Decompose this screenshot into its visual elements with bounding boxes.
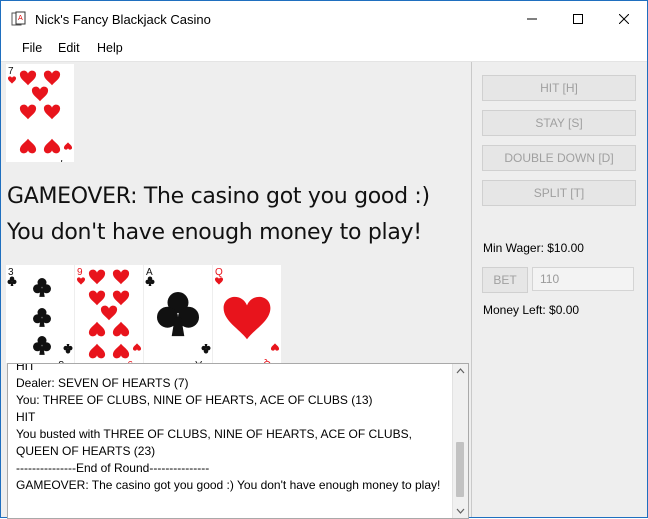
game-log[interactable]: HIT Dealer: SEVEN OF HEARTS (7) You: THR…	[7, 363, 469, 519]
log-line: GAMEOVER: The casino got you good :) You…	[16, 478, 441, 492]
log-scrollbar[interactable]	[452, 364, 468, 518]
bet-amount-input[interactable]: 110	[532, 267, 634, 291]
minimize-button[interactable]	[509, 1, 555, 37]
menu-edit[interactable]: Edit	[58, 41, 80, 55]
scroll-thumb[interactable]	[456, 442, 464, 497]
svg-text:A: A	[146, 267, 153, 278]
no-money-message: You don't have enough money to play!	[7, 220, 422, 245]
player-card-three-of-clubs: 3 3	[6, 265, 74, 363]
split-button[interactable]: SPLIT [T]	[482, 180, 636, 206]
app-window: A Nick's Fancy Blackjack Casino File Edi…	[0, 0, 648, 519]
window-title: Nick's Fancy Blackjack Casino	[35, 12, 211, 27]
min-wager-label: Min Wager: $10.00	[483, 241, 584, 255]
svg-text:A: A	[18, 14, 23, 22]
money-left-label: Money Left: $0.00	[483, 303, 580, 317]
minimize-icon	[527, 18, 537, 20]
control-panel: HIT [H] STAY [S] DOUBLE DOWN [D] SPLIT […	[472, 62, 647, 517]
game-log-text: HIT Dealer: SEVEN OF HEARTS (7) You: THR…	[16, 363, 446, 494]
log-line: You: THREE OF CLUBS, NINE OF HEARTS, ACE…	[16, 393, 373, 407]
scroll-up-icon[interactable]	[453, 366, 468, 376]
card-rank-label-inverted: 7	[58, 157, 64, 162]
log-line: You busted with THREE OF CLUBS, NINE OF …	[16, 427, 412, 458]
close-icon	[619, 14, 629, 24]
log-line: HIT	[16, 410, 36, 424]
bet-button[interactable]: BET	[482, 267, 528, 293]
svg-text:9: 9	[77, 267, 83, 278]
log-line: Dealer: SEVEN OF HEARTS (7)	[16, 376, 189, 390]
card-rank-label: 7	[8, 66, 14, 77]
close-button[interactable]	[601, 1, 647, 37]
log-line: ---------------End of Round-------------…	[16, 461, 210, 475]
gameover-message: GAMEOVER: The casino got you good :)	[7, 184, 430, 209]
svg-text:3: 3	[8, 267, 14, 278]
app-icon: A	[11, 11, 27, 27]
log-line: HIT	[16, 363, 36, 373]
menu-help[interactable]: Help	[97, 41, 123, 55]
player-card-ace-of-clubs: A A	[144, 265, 212, 363]
title-bar: A Nick's Fancy Blackjack Casino	[1, 1, 647, 37]
menu-file[interactable]: File	[22, 41, 42, 55]
game-table: 7 7 GAMEOVER: The casino got you good :)…	[1, 62, 472, 519]
menu-bar: File Edit Help	[1, 37, 647, 62]
svg-text:Q: Q	[215, 267, 223, 278]
player-card-queen-of-hearts: Q Q	[213, 265, 281, 363]
maximize-icon	[573, 14, 583, 24]
stay-button[interactable]: STAY [S]	[482, 110, 636, 136]
maximize-button[interactable]	[555, 1, 601, 37]
scroll-down-icon[interactable]	[453, 506, 468, 516]
double-down-button[interactable]: DOUBLE DOWN [D]	[482, 145, 636, 171]
player-card-nine-of-hearts: 9 9	[75, 265, 143, 363]
hit-button[interactable]: HIT [H]	[482, 75, 636, 101]
dealer-card-seven-of-hearts: 7 7	[6, 64, 74, 162]
